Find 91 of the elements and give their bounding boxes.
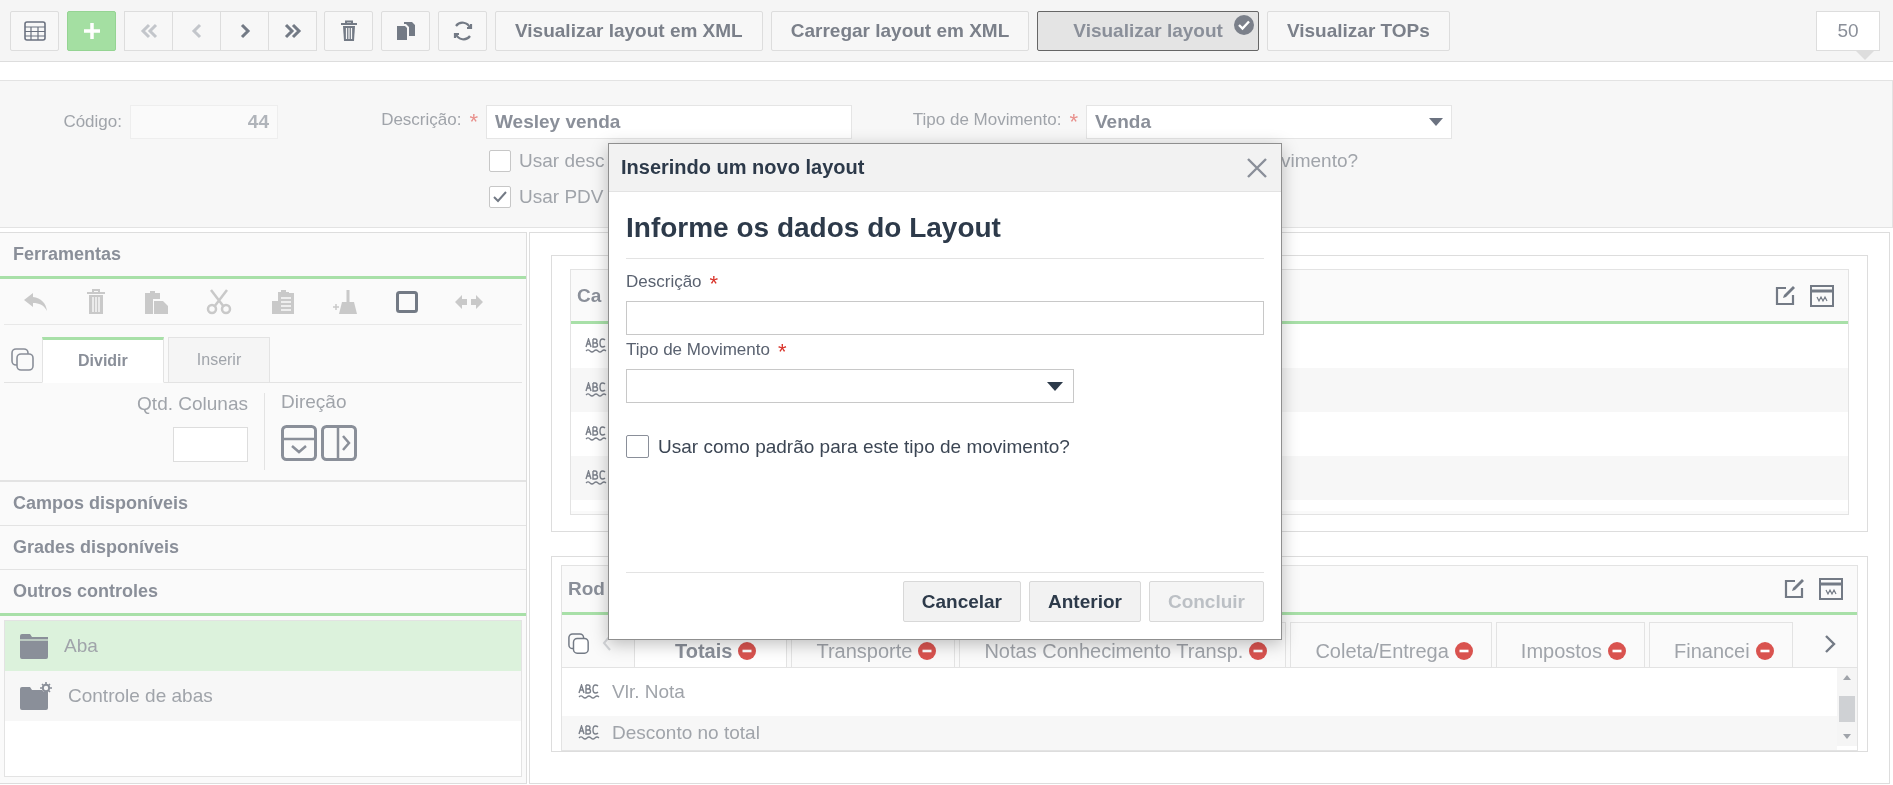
- refresh-icon: [451, 19, 474, 42]
- list-item[interactable]: Controle de abas: [5, 671, 521, 721]
- caret-icon: [1047, 381, 1063, 391]
- input-field[interactable]: [626, 301, 1264, 335]
- toolbar-button[interactable]: Visualizar layout: [1037, 10, 1259, 51]
- remove-icon[interactable]: [918, 642, 937, 660]
- text-field-icon: [585, 426, 607, 442]
- checkbox[interactable]: [489, 150, 511, 172]
- columns-input[interactable]: [173, 427, 248, 462]
- field-label: Tipo de Movimento: [626, 340, 770, 359]
- remove-icon[interactable]: [1454, 642, 1473, 660]
- folder-gear-icon: [20, 682, 52, 710]
- window-icon[interactable]: [1810, 284, 1834, 307]
- scroll-left-icon[interactable]: [602, 635, 612, 651]
- text-field-icon: [585, 470, 607, 486]
- edit-icon[interactable]: [1774, 284, 1796, 307]
- remove-icon[interactable]: [1608, 642, 1626, 660]
- tab[interactable]: Financei: [1649, 622, 1793, 667]
- text-field-icon: [585, 382, 607, 398]
- field-label: Tipo de Movimento:: [912, 110, 1062, 129]
- field-label: Descrição: [626, 272, 702, 291]
- page-size-field[interactable]: 50: [1816, 10, 1880, 51]
- required-mark: *: [469, 109, 478, 134]
- folder-icon: [20, 633, 48, 659]
- tab[interactable]: Coleta/Entrega: [1290, 622, 1492, 667]
- dialog-heading: Informe os dados do Layout: [626, 212, 1264, 259]
- last-page-button[interactable]: [268, 10, 317, 51]
- check-badge-icon: [1233, 14, 1254, 35]
- refresh-button[interactable]: [438, 10, 487, 51]
- panel-header: Ferramentas: [0, 233, 526, 279]
- toolbar-button[interactable]: Carregar layout em XML: [770, 10, 1030, 51]
- dialog-button[interactable]: Anterior: [1029, 581, 1141, 622]
- dialog-button[interactable]: Cancelar: [902, 581, 1022, 622]
- columns-label: Qtd. Colunas: [137, 393, 248, 415]
- dialog-title: Inserindo um novo layout: [621, 156, 865, 179]
- window-icon[interactable]: [1819, 578, 1843, 600]
- copy-icon: [395, 20, 416, 41]
- checkbox[interactable]: [626, 435, 649, 458]
- panel-title: Ca: [577, 284, 602, 307]
- field-name: Vlr. Nota: [612, 681, 685, 703]
- select-field[interactable]: Venda: [1086, 105, 1452, 139]
- remove-icon[interactable]: [738, 642, 757, 660]
- scroll-right-icon[interactable]: [1824, 635, 1836, 653]
- split-down-icon[interactable]: [281, 425, 317, 461]
- checkbox[interactable]: [489, 186, 511, 208]
- remove-icon[interactable]: [1755, 642, 1774, 660]
- trash-icon: [339, 19, 358, 42]
- tab[interactable]: Inserir: [167, 337, 271, 383]
- required-mark: *: [709, 271, 719, 296]
- square-icon[interactable]: [396, 290, 419, 313]
- accordion-header[interactable]: Grades disponíveis: [0, 526, 526, 570]
- field-label: Descrição:: [381, 110, 462, 129]
- copy-button[interactable]: [381, 10, 430, 51]
- field-name: Desconto no total: [612, 722, 760, 744]
- field-label: Código:: [63, 112, 122, 131]
- split-right-icon[interactable]: [321, 425, 357, 461]
- clipboard-icon[interactable]: [269, 288, 296, 315]
- caret-icon: [1429, 118, 1443, 126]
- input-field[interactable]: 44: [130, 105, 278, 139]
- text-field-icon: [578, 684, 600, 700]
- accordion-header[interactable]: Campos disponíveis: [0, 482, 526, 526]
- next-button[interactable]: [220, 10, 269, 51]
- required-mark: *: [777, 339, 787, 364]
- remove-icon[interactable]: [1249, 642, 1268, 660]
- table-icon: [23, 20, 46, 41]
- direction-label: Direção: [281, 391, 348, 413]
- delete-button[interactable]: [324, 10, 373, 51]
- close-icon[interactable]: [1247, 157, 1267, 178]
- check-icon: [492, 190, 508, 204]
- accordion-header[interactable]: Outros controles: [0, 570, 526, 616]
- select-field[interactable]: [626, 369, 1074, 403]
- text-field-icon: [578, 725, 600, 741]
- list-item[interactable]: Aba: [5, 621, 521, 671]
- copy-icon[interactable]: [568, 633, 590, 655]
- input-field[interactable]: Wesley venda: [486, 105, 852, 139]
- copy-icon[interactable]: [11, 348, 35, 372]
- checkbox-label: Usar PDV: [519, 186, 604, 208]
- toolbar-button[interactable]: Visualizar layout em XML: [495, 10, 763, 51]
- plus-icon: [81, 20, 102, 41]
- required-mark: *: [1069, 109, 1078, 134]
- table-view-button[interactable]: [10, 10, 59, 51]
- tab[interactable]: Dividir: [42, 337, 164, 383]
- toolbar-button[interactable]: Visualizar TOPs: [1266, 10, 1450, 51]
- checkbox-label: vimento?: [1281, 150, 1359, 172]
- panel-title: Rod: [568, 578, 605, 600]
- checkbox-label: Usar como padrão para este tipo de movimento?: [658, 435, 1070, 458]
- tab[interactable]: Impostos: [1495, 622, 1645, 667]
- text-field-icon: [585, 338, 607, 354]
- checkbox-label: Usar desc: [519, 150, 605, 172]
- add-button[interactable]: [67, 10, 116, 51]
- edit-icon[interactable]: [1783, 578, 1805, 600]
